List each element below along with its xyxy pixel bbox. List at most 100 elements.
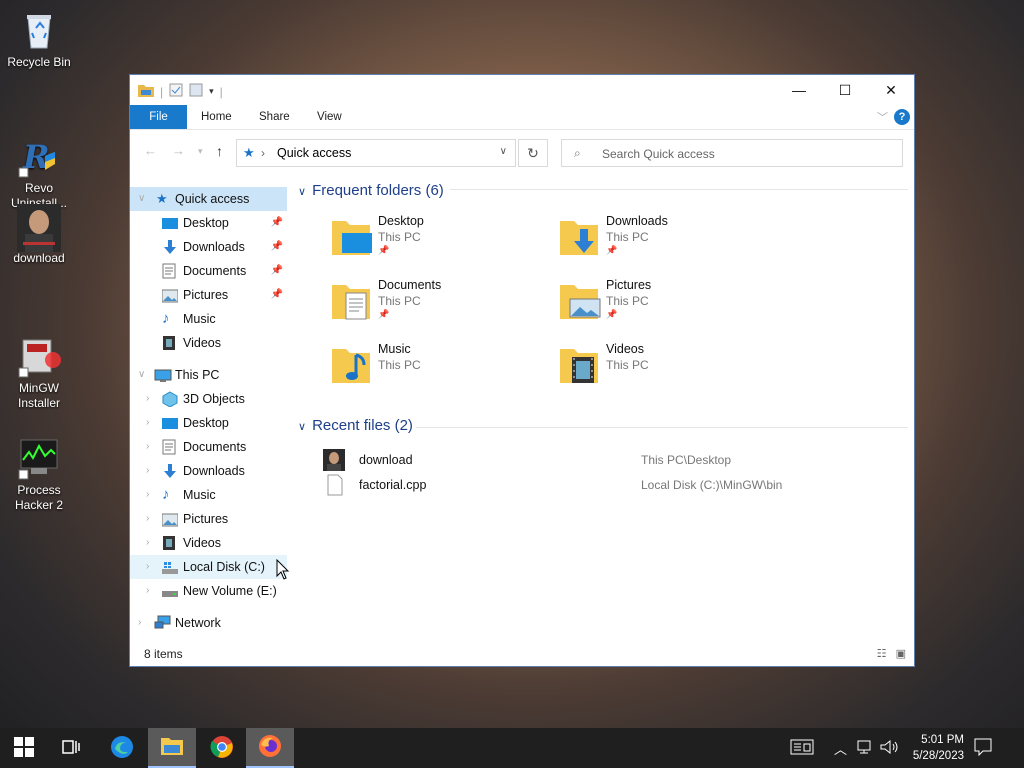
news-widget-button[interactable]	[790, 728, 814, 768]
folder-tile-documents[interactable]: Documents This PC 📌	[330, 278, 560, 335]
volume-button[interactable]	[880, 728, 900, 768]
documents-icon	[162, 439, 178, 455]
nav-label: New Volume (E:)	[183, 584, 277, 598]
nav-pc-music[interactable]: › ♪ Music	[130, 483, 287, 507]
recent-file-row-download[interactable]: download This PC\Desktop	[323, 449, 903, 471]
nav-label: Music	[183, 488, 216, 502]
large-icons-view-icon[interactable]: ▣	[896, 648, 906, 660]
nav-label: Documents	[183, 264, 247, 278]
tab-share[interactable]: Share	[259, 105, 290, 129]
nav-pc-3d-objects[interactable]: › 3D Objects	[130, 387, 287, 411]
address-bar[interactable]: ★ › Quick access ∨	[236, 139, 516, 167]
documents-folder-icon	[330, 279, 374, 323]
nav-pc-local-disk-c[interactable]: › Local Disk (C:)	[130, 555, 287, 579]
nav-quick-downloads[interactable]: Downloads 📌	[130, 235, 287, 259]
show-hidden-icons-button[interactable]: ︿	[834, 728, 847, 768]
taskbar-edge-button[interactable]	[98, 728, 146, 768]
forward-arrow-icon[interactable]: →	[172, 143, 185, 158]
expand-icon[interactable]: ›	[146, 579, 149, 603]
expand-icon[interactable]: ›	[146, 435, 149, 459]
desktop-icon-recycle-bin[interactable]: Recycle Bin	[4, 8, 74, 70]
tab-home[interactable]: Home	[201, 105, 232, 129]
pin-icon[interactable]: 📌	[271, 259, 283, 283]
nav-quick-desktop[interactable]: Desktop 📌	[130, 211, 287, 235]
recent-files-header[interactable]: ∨ Recent files (2)	[298, 417, 413, 434]
desktop-icon-download[interactable]: download	[4, 204, 74, 266]
address-dropdown-icon[interactable]: ∨	[500, 146, 507, 157]
expand-icon[interactable]: ›	[146, 555, 149, 579]
nav-pc-videos[interactable]: › Videos	[130, 531, 287, 555]
nav-network[interactable]: › Network	[130, 611, 287, 635]
help-button[interactable]: ?	[894, 109, 910, 125]
expand-icon[interactable]: ›	[146, 387, 149, 411]
taskbar-clock[interactable]: 5:01 PM 5/28/2023	[913, 732, 964, 764]
pin-icon[interactable]: 📌	[271, 235, 283, 259]
nav-quick-access[interactable]: ∨ ★ Quick access	[130, 187, 287, 211]
nav-this-pc[interactable]: ∨ This PC	[130, 363, 287, 387]
videos-folder-icon	[558, 343, 602, 387]
recent-file-row-factorial[interactable]: factorial.cpp Local Disk (C:)\MinGW\bin	[323, 474, 903, 496]
properties-icon[interactable]	[169, 83, 183, 100]
view-toggles: ☷ ▣	[877, 647, 906, 660]
expand-icon[interactable]: ›	[138, 611, 141, 635]
nav-label: Quick access	[175, 192, 250, 206]
folder-tile-desktop[interactable]: Desktop This PC 📌	[330, 214, 560, 271]
nav-pc-downloads[interactable]: › Downloads	[130, 459, 287, 483]
videos-film-icon	[162, 335, 178, 351]
collapse-icon[interactable]: ∨	[138, 187, 145, 211]
new-folder-icon[interactable]	[189, 83, 203, 100]
folder-location: This PC	[378, 358, 421, 372]
clock-time: 5:01 PM	[921, 734, 964, 746]
expand-icon[interactable]: ›	[146, 531, 149, 555]
expand-icon[interactable]: ›	[146, 483, 149, 507]
frequent-folders-header[interactable]: ∨ Frequent folders (6)	[298, 182, 444, 199]
nav-pc-new-volume-e[interactable]: › New Volume (E:)	[130, 579, 287, 603]
up-arrow-icon[interactable]: ↑	[216, 143, 223, 159]
nav-quick-music[interactable]: ♪ Music	[130, 307, 287, 331]
nav-quick-videos[interactable]: Videos	[130, 331, 287, 355]
desktop-icon-process-hacker[interactable]: Process Hacker 2	[4, 406, 74, 528]
file-name: download	[359, 453, 413, 467]
tab-view[interactable]: View	[317, 105, 342, 129]
expand-icon[interactable]: ›	[146, 507, 149, 531]
expand-ribbon-icon[interactable]: ﹀	[877, 109, 888, 125]
refresh-button[interactable]: ↻	[518, 139, 548, 167]
close-button[interactable]: ✕	[868, 75, 914, 105]
maximize-button[interactable]: ☐	[822, 75, 868, 105]
taskbar-file-explorer-button[interactable]	[148, 728, 196, 768]
folder-tile-videos[interactable]: Videos This PC	[558, 342, 788, 399]
customize-toolbar-dropdown-icon[interactable]: ▾	[209, 86, 214, 97]
start-button[interactable]	[0, 728, 48, 768]
folder-name: Pictures	[606, 278, 652, 292]
expand-icon[interactable]: ›	[146, 459, 149, 483]
folder-location: This PC	[378, 230, 421, 244]
taskbar-firefox-button[interactable]	[246, 728, 294, 768]
taskbar-chrome-button[interactable]	[198, 728, 246, 768]
title-bar[interactable]: | ▾ | — ☐ ✕	[130, 75, 914, 105]
breadcrumb[interactable]: Quick access	[277, 146, 351, 160]
pin-icon[interactable]: 📌	[271, 283, 283, 307]
action-center-button[interactable]	[974, 728, 992, 768]
network-status-button[interactable]	[856, 728, 874, 768]
collapse-icon[interactable]: ∨	[138, 363, 145, 387]
details-view-icon[interactable]: ☷	[877, 648, 887, 660]
pin-icon[interactable]: 📌	[271, 211, 283, 235]
nav-pc-pictures[interactable]: › Pictures	[130, 507, 287, 531]
downloads-arrow-icon	[162, 239, 178, 255]
back-arrow-icon[interactable]: ←	[144, 143, 157, 158]
nav-pc-documents[interactable]: › Documents	[130, 435, 287, 459]
folder-tile-downloads[interactable]: Downloads This PC 📌	[558, 214, 788, 271]
breadcrumb-separator-icon[interactable]: ›	[261, 146, 265, 160]
nav-quick-documents[interactable]: Documents 📌	[130, 259, 287, 283]
tab-file[interactable]: File	[130, 105, 187, 129]
nav-label: Desktop	[183, 416, 229, 430]
expand-icon[interactable]: ›	[146, 411, 149, 435]
nav-quick-pictures[interactable]: Pictures 📌	[130, 283, 287, 307]
recent-locations-icon[interactable]: ▾	[198, 146, 203, 157]
minimize-button[interactable]: —	[776, 75, 822, 105]
nav-pc-desktop[interactable]: › Desktop	[130, 411, 287, 435]
task-view-button[interactable]	[48, 728, 96, 768]
search-input[interactable]: ⌕ Search Quick access	[561, 139, 903, 167]
folder-tile-music[interactable]: Music This PC	[330, 342, 560, 399]
folder-tile-pictures[interactable]: Pictures This PC 📌	[558, 278, 788, 335]
